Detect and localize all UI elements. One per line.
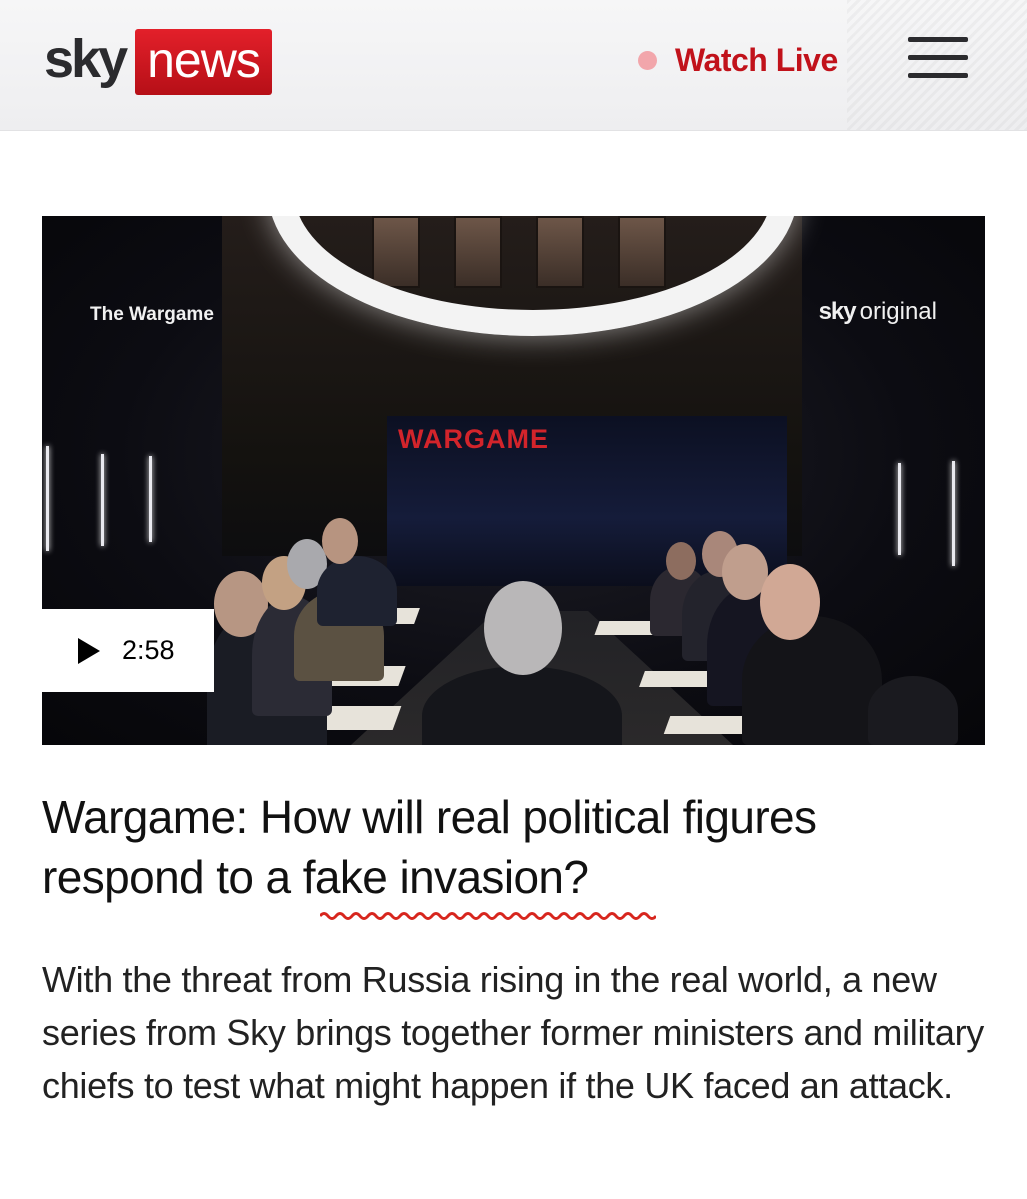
wall-light [952, 461, 955, 566]
hamburger-menu-icon[interactable] [908, 37, 968, 87]
watch-live-link[interactable]: Watch Live [638, 40, 838, 80]
table-papers [639, 671, 715, 687]
sky-wordmark: sky [818, 298, 857, 325]
participant-head [322, 518, 358, 564]
participant-head [760, 564, 820, 640]
live-indicator-icon [638, 50, 657, 70]
video-thumbnail[interactable]: WARGAME The Wargame sky original 2:58 [42, 216, 985, 745]
series-label: The Wargame [90, 304, 214, 325]
table-papers [663, 716, 751, 734]
wall-light [898, 463, 901, 555]
original-wordmark: original [859, 298, 937, 325]
wall-light [149, 456, 152, 542]
participant-head [484, 581, 562, 675]
participant [317, 556, 397, 626]
participant-head [666, 542, 696, 580]
site-header: sky news Watch Live [0, 0, 1027, 131]
chair [868, 676, 958, 745]
spellcheck-underline [320, 912, 656, 920]
video-duration-badge[interactable]: 2:58 [42, 609, 214, 692]
logo-sky-text: sky [44, 29, 128, 89]
wall-light [46, 446, 49, 551]
wall-light [101, 454, 104, 546]
article-standfirst: With the threat from Russia rising in th… [42, 959, 984, 1106]
play-icon [78, 637, 100, 664]
article-headline[interactable]: Wargame: How will real political figures… [42, 787, 972, 907]
logo-news-text: news [135, 29, 272, 95]
watch-live-label: Watch Live [675, 41, 838, 78]
sky-original-label: sky original [819, 298, 937, 326]
screen-title: WARGAME [398, 424, 549, 454]
sky-news-logo[interactable]: sky news [44, 29, 272, 95]
participant [742, 616, 882, 745]
video-duration: 2:58 [122, 635, 175, 665]
